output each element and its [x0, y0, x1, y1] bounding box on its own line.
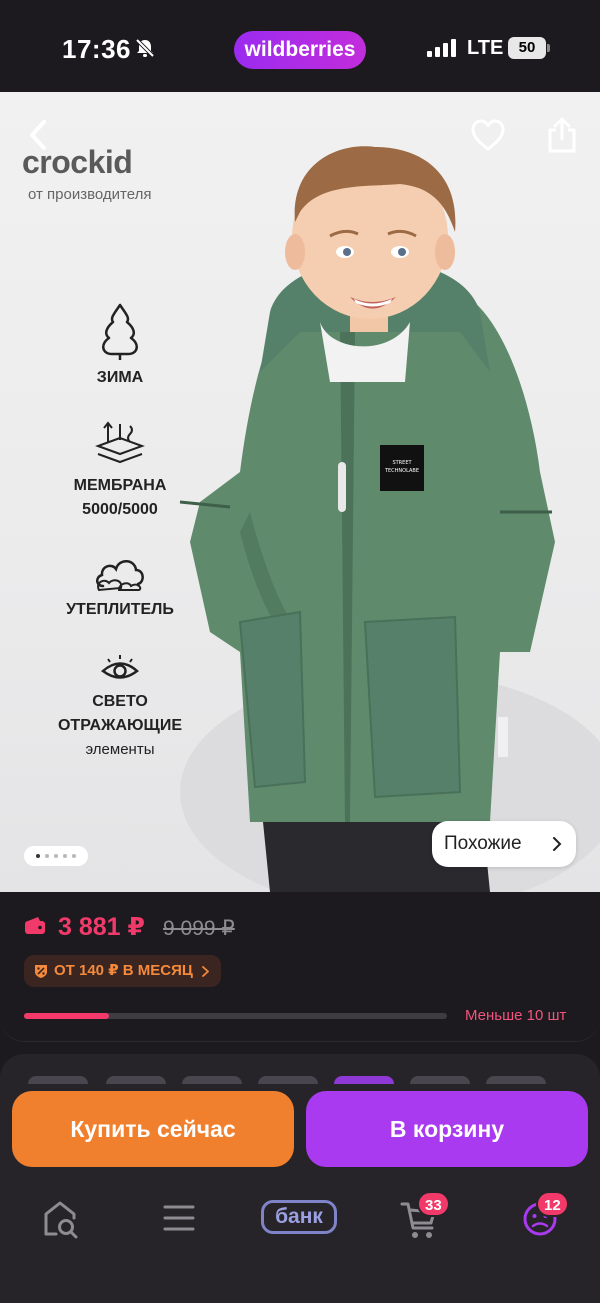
profile-badge: 12 [536, 1191, 569, 1217]
gallery-dot [72, 854, 76, 858]
stock-label: Меньше 10 шт [465, 1007, 567, 1024]
status-bar: 17:36 wildberries LTE 50 [0, 0, 600, 92]
old-price: 9 099 ₽ [163, 917, 235, 940]
svg-text:TECHNOLABE: TECHNOLABE [384, 468, 419, 474]
wallet-icon [25, 917, 45, 934]
feature-membrane-subtitle: 5000/5000 [82, 501, 158, 518]
gallery-dot [54, 854, 58, 858]
variant-chip[interactable] [410, 1076, 470, 1084]
variant-chip-selected[interactable] [334, 1076, 394, 1084]
variant-chip[interactable] [258, 1076, 318, 1084]
similar-label: Похожие [444, 833, 522, 854]
variant-chip[interactable] [486, 1076, 546, 1084]
svg-text:STREET: STREET [392, 460, 412, 466]
feature-winter-title: ЗИМА [96, 369, 144, 386]
catalog-menu-icon[interactable] [149, 1194, 209, 1244]
feature-membrane: МЕМБРАНА 5000/5000 [20, 420, 220, 522]
favorite-heart-icon[interactable] [470, 118, 506, 154]
bank-tab[interactable]: банк [261, 1200, 337, 1234]
cart-badge: 33 [417, 1191, 450, 1217]
variant-chip[interactable] [28, 1076, 88, 1084]
app-pill: wildberries [234, 31, 366, 69]
bell-muted-icon [135, 38, 155, 58]
variant-chip[interactable] [106, 1076, 166, 1084]
installment-badge[interactable]: ОТ 140 ₽ В МЕСЯЦ [24, 955, 221, 987]
chevron-right-icon [201, 966, 209, 977]
feature-winter: ЗИМА [20, 302, 220, 390]
eye-icon [101, 655, 139, 679]
installment-label: ОТ 140 ₽ В МЕСЯЦ [54, 962, 193, 979]
brand-name: crockid [22, 144, 133, 180]
price-card: 3 881 ₽ 9 099 ₽ ОТ 140 ₽ В МЕСЯЦ Меньше … [0, 892, 600, 1042]
home-search-icon[interactable] [30, 1194, 90, 1244]
status-time: 17:36 [62, 34, 131, 64]
network-label: LTE [467, 37, 504, 59]
feature-insulation: УТЕПЛИТЕЛЬ [20, 552, 220, 622]
tree-icon [102, 303, 138, 360]
variant-chips-row [28, 1076, 572, 1084]
similar-button[interactable]: Похожие [432, 821, 576, 867]
chevron-right-icon [553, 837, 562, 851]
gallery-pagination [24, 846, 88, 866]
feature-membrane-title: МЕМБРАНА [73, 477, 167, 494]
feature-reflective: СВЕТО ОТРАЖАЮЩИЕ элементы [20, 654, 220, 762]
current-price: 3 881 ₽ [58, 913, 145, 941]
gallery-dot [63, 854, 67, 858]
brand-subtitle: от производителя [28, 186, 152, 203]
cloud-icon [96, 560, 144, 592]
battery-indicator: 50 [508, 37, 546, 59]
variant-chip[interactable] [182, 1076, 242, 1084]
brand-logo: crockid [22, 144, 133, 181]
shield-percent-icon [35, 965, 47, 978]
product-photo: STREET TECHNOLABE [179, 146, 600, 892]
add-to-cart-button[interactable]: В корзину [306, 1091, 588, 1167]
gallery-dot-active [36, 854, 40, 858]
gallery-dot [45, 854, 49, 858]
buy-now-button[interactable]: Купить сейчас [12, 1091, 294, 1167]
feature-reflective-title: СВЕТО ОТРАЖАЮЩИЕ [57, 693, 183, 734]
stock-progress-bar [24, 1013, 447, 1019]
share-icon[interactable] [546, 116, 578, 154]
signal-icon [427, 39, 456, 57]
stock-progress-fill [24, 1013, 109, 1019]
battery-tip [547, 44, 550, 52]
product-gallery[interactable]: STREET TECHNOLABE crockid от производите… [0, 92, 600, 892]
product-page: 17:36 wildberries LTE 50 STREET TECHNOLA… [0, 0, 600, 1303]
feature-reflective-subtitle: элементы [85, 741, 155, 758]
membrane-icon [95, 421, 145, 464]
feature-insulation-title: УТЕПЛИТЕЛЬ [66, 601, 174, 618]
